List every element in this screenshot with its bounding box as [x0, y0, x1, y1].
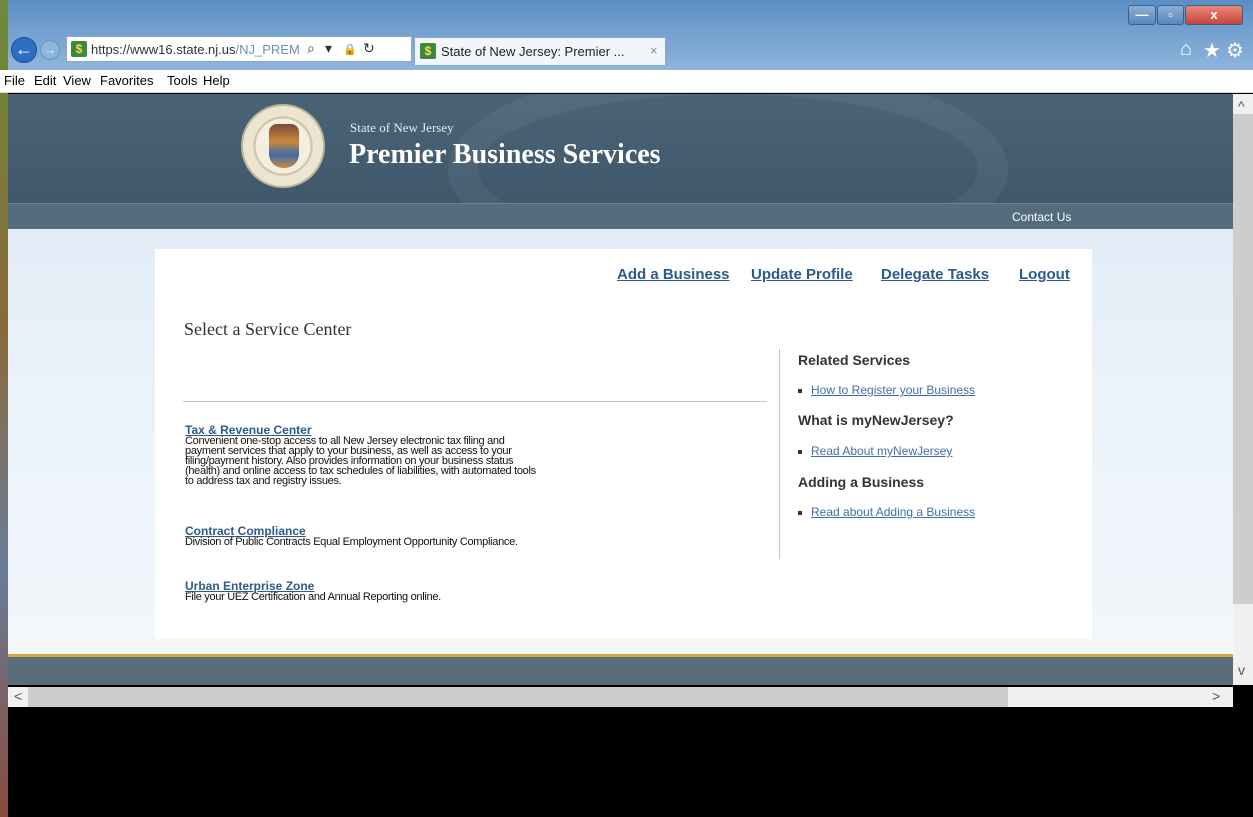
- tax-revenue-center-description: Convenient one-stop access to all New Je…: [185, 435, 536, 487]
- bullet-icon: [798, 388, 802, 393]
- bullet-icon: [798, 510, 802, 515]
- nj-state-seal-logo: [241, 104, 325, 188]
- scroll-up-arrow-icon[interactable]: ^: [1238, 98, 1245, 114]
- read-about-adding-business-link-text: Read about Adding a Business: [811, 505, 976, 519]
- scroll-left-arrow-icon[interactable]: <: [14, 688, 22, 704]
- lock-icon[interactable]: 🔒: [343, 43, 357, 56]
- page-viewport: State of New Jersey Premier Business Ser…: [8, 94, 1233, 685]
- update-profile-link[interactable]: Update Profile: [751, 266, 853, 283]
- column-divider: [779, 349, 780, 559]
- forward-arrow-icon: →: [43, 42, 57, 57]
- read-about-mynewjersey-link-text: Read About myNewJersey: [811, 444, 953, 458]
- close-button[interactable]: x: [1185, 5, 1243, 25]
- bullet-icon: [798, 449, 802, 454]
- what-is-mynewjersey-heading: What is myNewJersey?: [798, 412, 954, 428]
- site-footer: [8, 654, 1233, 685]
- related-services-heading: Related Services: [798, 352, 911, 368]
- home-icon[interactable]: ⌂: [1180, 38, 1192, 61]
- address-bar[interactable]: $ https://www16.state.nj.us/NJ_PREMI ⌕ ▾…: [66, 36, 412, 62]
- desktop-edge: [0, 0, 8, 817]
- sub-navigation-bar: Contact Us: [8, 203, 1233, 229]
- contract-compliance-description: Division of Public Contracts Equal Emplo…: [185, 536, 518, 548]
- back-arrow-icon: ←: [15, 39, 33, 59]
- menu-tools[interactable]: Tools: [167, 73, 197, 88]
- browser-window: — ▫ x ← → $ https://www16.state.nj.us/NJ…: [0, 0, 1253, 817]
- back-button[interactable]: ←: [11, 37, 37, 63]
- content-panel: Add a Business Update Profile Delegate T…: [155, 249, 1092, 639]
- browser-tab[interactable]: $ State of New Jersey: Premier ... ×: [414, 37, 666, 65]
- url-path: /NJ_PREMI: [235, 42, 301, 57]
- adding-business-heading: Adding a Business: [798, 474, 925, 490]
- read-about-mynewjersey-link[interactable]: Read About myNewJersey: [798, 444, 952, 458]
- divider: [183, 401, 767, 402]
- delegate-tasks-link[interactable]: Delegate Tasks: [881, 266, 989, 283]
- logout-link[interactable]: Logout: [1019, 266, 1070, 283]
- site-title: Premier Business Services: [349, 139, 661, 170]
- tab-favicon-icon: $: [420, 43, 436, 59]
- menu-file[interactable]: File: [4, 73, 25, 88]
- contact-us-link[interactable]: Contact Us: [1012, 210, 1071, 224]
- register-business-link-text: How to Register your Business: [811, 383, 976, 397]
- menu-favorites[interactable]: Favorites: [100, 73, 153, 88]
- url-text[interactable]: https://www16.state.nj.us/NJ_PREMI: [91, 42, 301, 57]
- urban-enterprise-zone-description: File your UEZ Certification and Annual R…: [185, 591, 441, 603]
- page-heading: Select a Service Center: [184, 319, 352, 339]
- horizontal-scroll-thumb[interactable]: [28, 687, 1008, 707]
- forward-button[interactable]: →: [40, 40, 60, 60]
- menu-help[interactable]: Help: [203, 73, 230, 88]
- vertical-scroll-thumb[interactable]: [1233, 114, 1253, 604]
- add-business-link[interactable]: Add a Business: [617, 266, 730, 283]
- favorites-star-icon[interactable]: ★: [1203, 38, 1221, 63]
- dropdown-icon[interactable]: ▾: [325, 40, 332, 57]
- tab-title: State of New Jersey: Premier ...: [441, 44, 625, 59]
- scroll-down-arrow-icon[interactable]: v: [1238, 662, 1245, 678]
- site-header: State of New Jersey Premier Business Ser…: [8, 94, 1233, 203]
- maximize-button[interactable]: ▫: [1157, 5, 1184, 25]
- register-business-link[interactable]: How to Register your Business: [798, 383, 975, 397]
- search-icon[interactable]: ⌕: [307, 40, 315, 57]
- seal-emblem: [269, 124, 299, 168]
- scroll-right-arrow-icon[interactable]: >: [1212, 688, 1220, 704]
- site-favicon-icon: $: [71, 41, 87, 57]
- menu-view[interactable]: View: [63, 73, 91, 88]
- settings-gear-icon[interactable]: ⚙: [1226, 38, 1244, 63]
- tab-close-icon[interactable]: ×: [650, 43, 658, 58]
- menu-edit[interactable]: Edit: [34, 73, 56, 88]
- read-about-adding-business-link[interactable]: Read about Adding a Business: [798, 505, 975, 519]
- state-label: State of New Jersey: [350, 120, 454, 135]
- refresh-icon[interactable]: ↻: [363, 40, 375, 57]
- url-host: https://www16.state.nj.us: [91, 42, 236, 57]
- minimize-button[interactable]: —: [1128, 5, 1156, 25]
- menu-bar: File Edit View Favorites Tools Help: [0, 70, 1253, 93]
